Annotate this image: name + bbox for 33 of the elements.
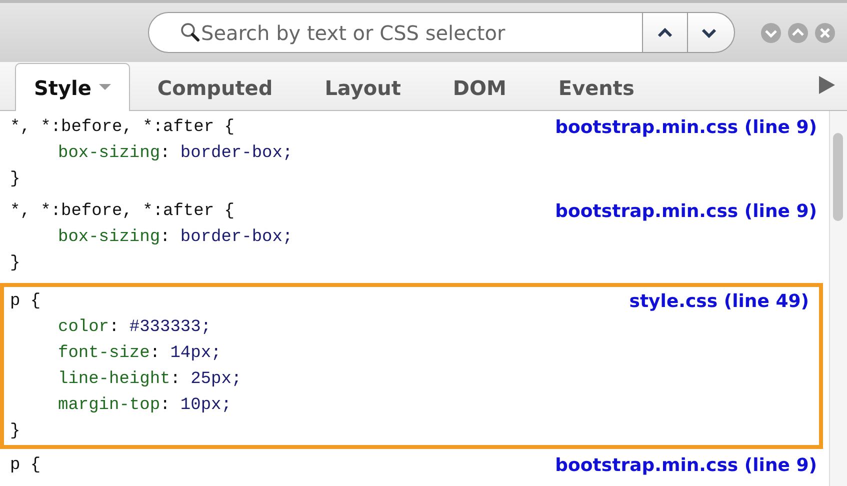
close-button[interactable] [814, 22, 836, 44]
tab[interactable]: Layout [300, 63, 426, 111]
css-selector: p { [10, 455, 41, 477]
source-link[interactable]: style.css (line 49) [629, 289, 809, 315]
scrollbar[interactable] [829, 111, 847, 486]
source-link[interactable]: bootstrap.min.css (line 9) [555, 115, 817, 141]
source-link[interactable]: bootstrap.min.css (line 9) [555, 453, 817, 479]
tab[interactable]: Style [15, 63, 130, 111]
source-link[interactable]: bootstrap.min.css (line 9) [555, 199, 817, 225]
chevron-up-icon [657, 28, 673, 38]
tab[interactable]: Events [533, 63, 660, 111]
closing-brace: } [10, 253, 20, 275]
tab[interactable]: Computed [132, 63, 298, 111]
css-declaration: margin-top: 10px; [58, 396, 232, 415]
scrollbar-thumb[interactable] [833, 133, 843, 221]
maximize-button[interactable] [787, 22, 809, 44]
css-declaration: color: #333333; [58, 318, 212, 337]
css-selector: *, *:before, *:after { [10, 117, 234, 139]
css-declaration: box-sizing: border-box; [58, 144, 293, 163]
search-field[interactable]: Search by text or CSS selector [148, 12, 642, 53]
css-selector: p { [10, 291, 41, 313]
minimize-button[interactable] [760, 22, 782, 44]
css-selector: *, *:before, *:after { [10, 201, 234, 223]
tab[interactable]: DOM [428, 63, 532, 111]
css-declaration: font-size: 14px; [58, 344, 222, 363]
css-declaration: line-height: 25px; [58, 370, 242, 389]
css-declaration: box-sizing: border-box; [58, 228, 293, 247]
closing-brace: } [10, 421, 20, 443]
chevron-down-icon [701, 28, 717, 38]
more-tabs-arrow-icon[interactable] [819, 76, 835, 94]
closing-brace: } [10, 169, 20, 191]
next-button[interactable] [687, 12, 735, 53]
previous-button[interactable] [642, 12, 687, 53]
